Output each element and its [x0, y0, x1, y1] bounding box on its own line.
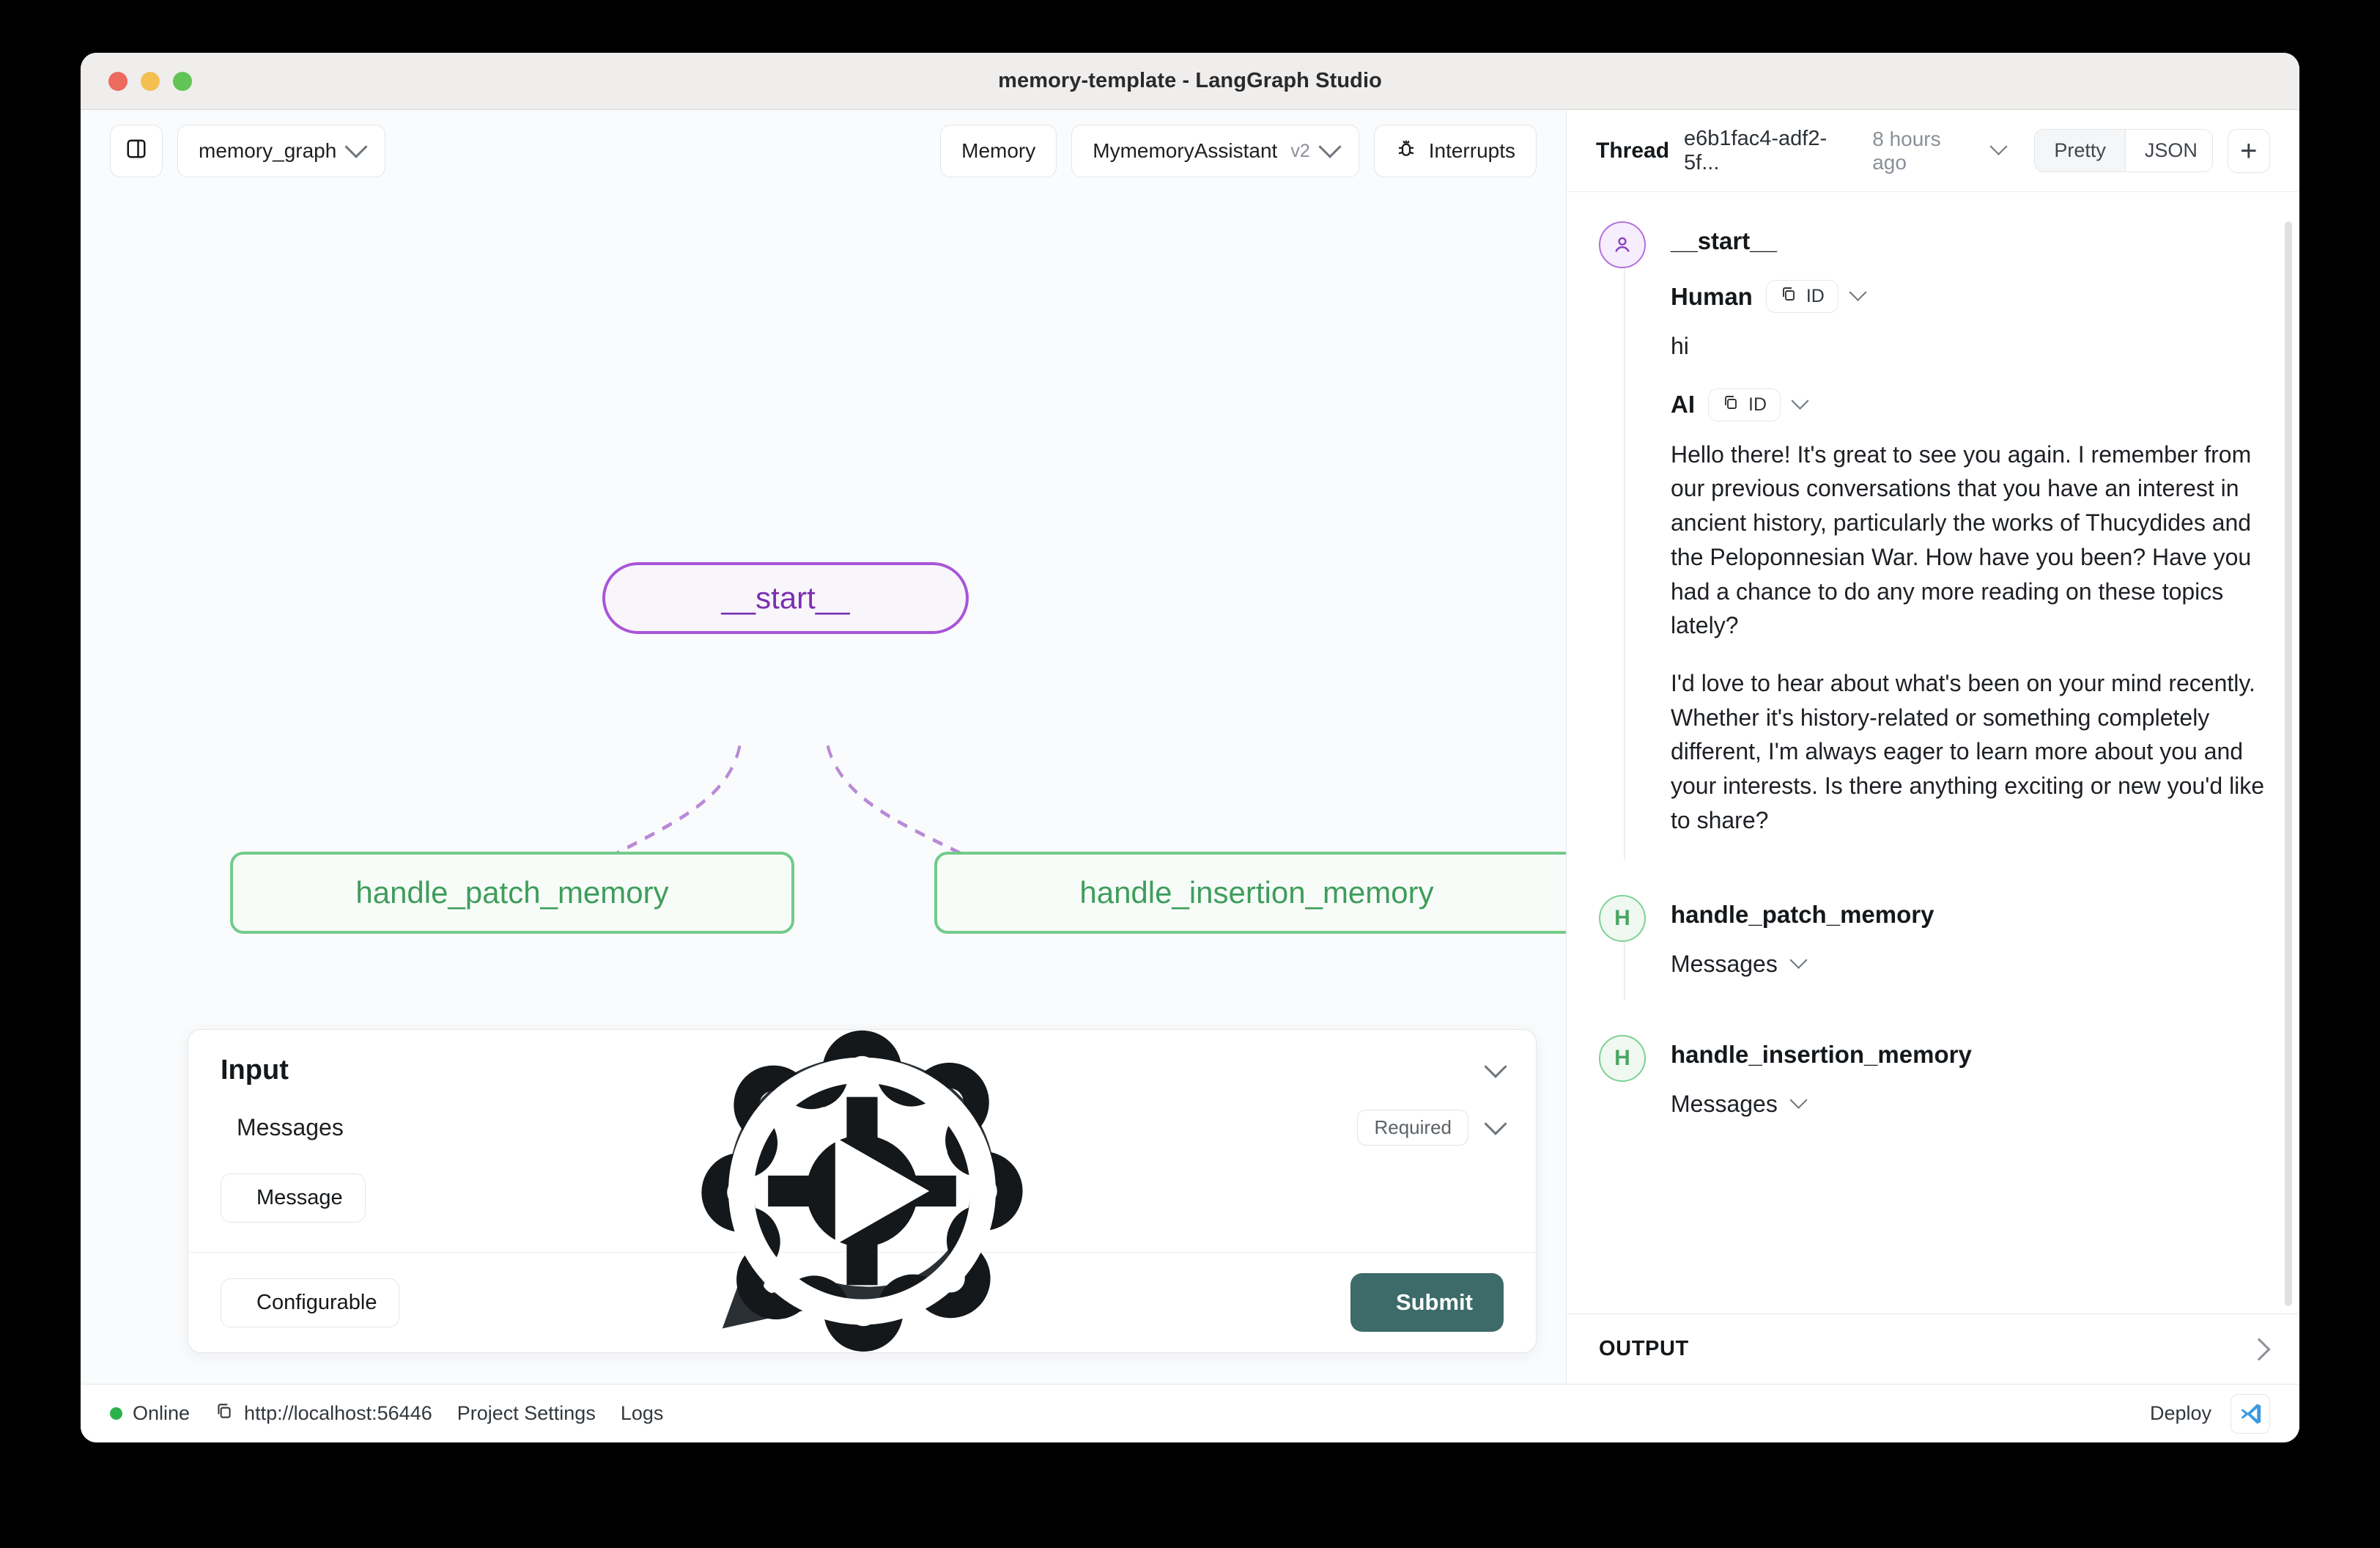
chevron-down-icon: [344, 135, 368, 158]
assistant-version: v2: [1290, 140, 1310, 161]
messages-collapse-toggle[interactable]: Messages: [1671, 951, 2267, 978]
user-icon: [1599, 221, 1646, 268]
logs-link[interactable]: Logs: [621, 1402, 664, 1425]
messages-collapse-toggle[interactable]: Messages: [1671, 1091, 2267, 1118]
thread-timestamp: 8 hours ago: [1872, 127, 1941, 174]
ai-message-paragraph: Hello there! It's great to see you again…: [1671, 441, 2252, 639]
memory-button[interactable]: Memory: [940, 125, 1057, 177]
vscode-icon[interactable]: [2231, 1393, 2270, 1434]
output-label: OUTPUT: [1599, 1337, 1689, 1360]
chevron-down-icon[interactable]: [1789, 1091, 1808, 1109]
server-url[interactable]: http://localhost:56446: [215, 1401, 432, 1426]
thread-header: Thread e6b1fac4-adf2-5f... 8 hours ago P…: [1567, 110, 2299, 192]
thread-entry-handle-patch-memory: H handle_patch_memory Messages: [1599, 894, 2267, 1000]
graph-node-handle-patch-memory[interactable]: handle_patch_memory: [230, 852, 794, 934]
chevron-down-icon[interactable]: [1791, 391, 1809, 410]
graph-node-handle-insertion-memory-label: handle_insertion_memory: [1079, 875, 1434, 910]
graph-toolbar: memory_graph Memory MymemoryAssistant v2: [81, 110, 1566, 192]
thread-id[interactable]: e6b1fac4-adf2-5f...: [1684, 127, 1858, 175]
thread-entry-start: __start__ Human ID hi AI ID Hello there!…: [1599, 221, 2267, 860]
chevron-down-icon[interactable]: [1989, 137, 2008, 155]
thread-label: Thread: [1596, 138, 1670, 163]
bug-icon: [1395, 138, 1417, 165]
ai-message-text: Hello there! It's great to see you again…: [1671, 438, 2267, 838]
role-label: Human: [1671, 282, 1753, 310]
graph-node-start-label: __start__: [721, 580, 850, 615]
copy-id-button[interactable]: ID: [1765, 280, 1838, 313]
thread-rail: [1624, 940, 1625, 1000]
panel-left-icon: [125, 138, 147, 165]
thread-entry-handle-insertion-memory: H handle_insertion_memory Messages: [1599, 1034, 2267, 1118]
copy-icon: [1780, 285, 1797, 308]
thread-entry-title: handle_patch_memory: [1671, 900, 1934, 928]
human-message-text: hi: [1671, 333, 1689, 359]
app-window: memory-template - LangGraph Studio memor…: [81, 53, 2299, 1442]
graph-node-start[interactable]: __start__: [602, 562, 969, 634]
thread-message-list[interactable]: __start__ Human ID hi AI ID Hello there!…: [1567, 192, 2299, 1313]
status-bar: Online http://localhost:56446 Project Se…: [81, 1384, 2299, 1442]
message-role-human: Human ID: [1671, 280, 2267, 313]
graph-node-handle-insertion-memory[interactable]: handle_insertion_memory: [934, 852, 1566, 934]
app-body: memory_graph Memory MymemoryAssistant v2: [81, 110, 2299, 1384]
copy-icon: [215, 1401, 234, 1426]
thread-entry-title: __start__: [1671, 227, 1777, 254]
assistant-name: MymemoryAssistant: [1093, 139, 1278, 162]
input-panel-footer: Configurable Submit: [188, 1031, 1536, 1352]
message-role-ai: AI ID: [1671, 388, 2267, 421]
deploy-link[interactable]: Deploy: [2150, 1402, 2211, 1425]
new-thread-button[interactable]: +: [2227, 128, 2271, 173]
graph-canvas[interactable]: __start__ handle_patch_memory handle_ins…: [81, 192, 1566, 1384]
server-url-label: http://localhost:56446: [244, 1402, 432, 1424]
interrupts-button[interactable]: Interrupts: [1373, 125, 1537, 177]
submit-button[interactable]: Submit: [728, 1057, 1504, 1332]
thread-rail: [1624, 267, 1625, 860]
copy-id-label: ID: [1806, 286, 1825, 306]
view-mode-json[interactable]: JSON: [2124, 130, 2212, 172]
output-section-toggle[interactable]: OUTPUT: [1567, 1313, 2299, 1384]
thread-entry-title: handle_insertion_memory: [1671, 1040, 1972, 1068]
server-status: Online: [110, 1402, 190, 1425]
copy-id-label: ID: [1748, 394, 1767, 415]
node-avatar: H: [1599, 1034, 1646, 1082]
window-title: memory-template - LangGraph Studio: [998, 69, 1382, 92]
view-mode-pretty[interactable]: Pretty: [2035, 130, 2125, 172]
thread-scrollbar[interactable]: [2285, 221, 2292, 1306]
copy-icon: [1722, 394, 1740, 416]
assistant-select[interactable]: MymemoryAssistant v2: [1071, 125, 1359, 177]
graph-node-handle-patch-memory-label: handle_patch_memory: [355, 875, 669, 910]
input-panel: Input Messages Required Message Configur…: [188, 1029, 1537, 1353]
memory-button-label: Memory: [961, 139, 1036, 162]
thread-pane: Thread e6b1fac4-adf2-5f... 8 hours ago P…: [1567, 110, 2299, 1384]
plus-icon: +: [2240, 134, 2258, 167]
chevron-right-icon: [2247, 1337, 2271, 1361]
status-label: Online: [133, 1402, 191, 1424]
messages-label: Messages: [1671, 950, 1778, 977]
graph-pane: memory_graph Memory MymemoryAssistant v2: [81, 110, 1567, 1384]
sidebar-toggle-button[interactable]: [110, 125, 163, 177]
chevron-down-icon[interactable]: [1789, 951, 1808, 969]
messages-label: Messages: [1671, 1090, 1778, 1117]
view-mode-toggle[interactable]: Pretty JSON: [2034, 129, 2213, 172]
window-titlebar: memory-template - LangGraph Studio: [81, 53, 2299, 110]
chevron-down-icon[interactable]: [1849, 283, 1867, 301]
interrupts-button-label: Interrupts: [1428, 139, 1515, 162]
graph-select[interactable]: memory_graph: [177, 125, 386, 177]
copy-id-button[interactable]: ID: [1708, 388, 1781, 421]
chevron-down-icon: [1318, 135, 1342, 158]
project-settings-link[interactable]: Project Settings: [457, 1402, 596, 1425]
ai-message-paragraph: I'd love to hear about what's been on yo…: [1671, 670, 2265, 833]
role-label: AI: [1671, 391, 1695, 419]
node-avatar: H: [1599, 894, 1646, 942]
deploy-group: Deploy: [2150, 1393, 2270, 1434]
status-indicator-icon: [110, 1407, 122, 1420]
graph-select-label: memory_graph: [199, 139, 337, 162]
